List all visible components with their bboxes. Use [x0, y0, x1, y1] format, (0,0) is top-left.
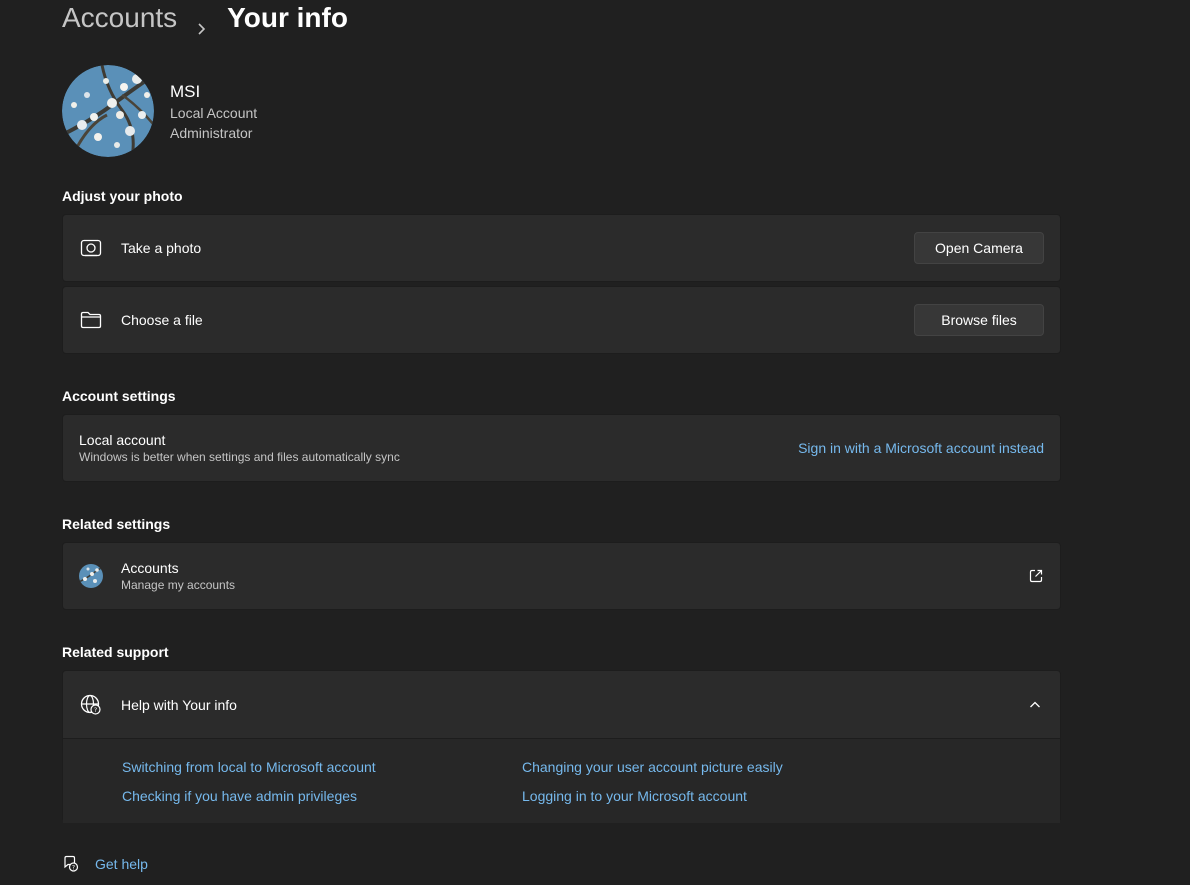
get-help-link[interactable]: ? Get help [62, 855, 148, 873]
camera-icon [79, 236, 103, 260]
chevron-right-icon [195, 11, 209, 35]
page-title: Your info [227, 2, 348, 33]
help-link-changing-picture[interactable]: Changing your user account picture easil… [522, 759, 783, 775]
choose-file-card: Choose a file Browse files [62, 286, 1061, 354]
get-help-icon: ? [62, 855, 80, 873]
svg-text:?: ? [72, 864, 75, 871]
section-title-adjust-photo: Adjust your photo [62, 188, 183, 204]
avatar [62, 65, 154, 157]
accounts-related-title: Accounts [121, 560, 179, 576]
profile-role: Administrator [170, 125, 253, 141]
local-account-title: Local account [79, 432, 166, 448]
section-title-account-settings: Account settings [62, 388, 176, 404]
help-your-info-header[interactable]: ? Help with Your info [63, 671, 1060, 738]
help-link-logging-in[interactable]: Logging in to your Microsoft account [522, 788, 747, 804]
open-camera-button[interactable]: Open Camera [914, 232, 1044, 264]
local-account-card: Local account Windows is better when set… [62, 414, 1061, 482]
accounts-related-card[interactable]: Accounts Manage my accounts [62, 542, 1061, 610]
local-account-description: Windows is better when settings and file… [79, 450, 400, 464]
take-photo-label: Take a photo [121, 240, 202, 256]
help-your-info-card: ? Help with Your info Switching from loc… [62, 670, 1061, 823]
breadcrumb-accounts[interactable]: Accounts [62, 2, 177, 34]
settings-page: Accounts Your info MSI Local Account Adm… [0, 0, 1190, 885]
profile-name: MSI [170, 82, 201, 101]
profile-header: MSI Local Account Administrator [62, 65, 257, 157]
globe-help-icon: ? [79, 693, 103, 717]
help-your-info-title: Help with Your info [121, 696, 237, 713]
section-title-related-settings: Related settings [62, 516, 171, 532]
avatar-icon [79, 564, 103, 588]
help-link-admin-privileges[interactable]: Checking if you have admin privileges [122, 788, 357, 804]
accounts-related-description: Manage my accounts [121, 578, 236, 592]
choose-file-label: Choose a file [121, 312, 203, 328]
take-photo-card: Take a photo Open Camera [62, 214, 1061, 282]
help-link-switching-local[interactable]: Switching from local to Microsoft accoun… [122, 759, 376, 775]
open-external-icon[interactable] [1028, 568, 1044, 584]
profile-account-type: Local Account [170, 105, 258, 121]
svg-text:?: ? [94, 706, 97, 714]
get-help-label: Get help [95, 856, 148, 872]
folder-icon [79, 308, 103, 332]
chevron-up-icon[interactable] [1028, 698, 1042, 712]
sign-in-microsoft-link[interactable]: Sign in with a Microsoft account instead [798, 440, 1044, 456]
browse-files-button[interactable]: Browse files [914, 304, 1044, 336]
breadcrumb: Accounts Your info [62, 0, 348, 36]
help-links-panel: Switching from local to Microsoft accoun… [63, 738, 1060, 823]
section-title-related-support: Related support [62, 644, 169, 660]
